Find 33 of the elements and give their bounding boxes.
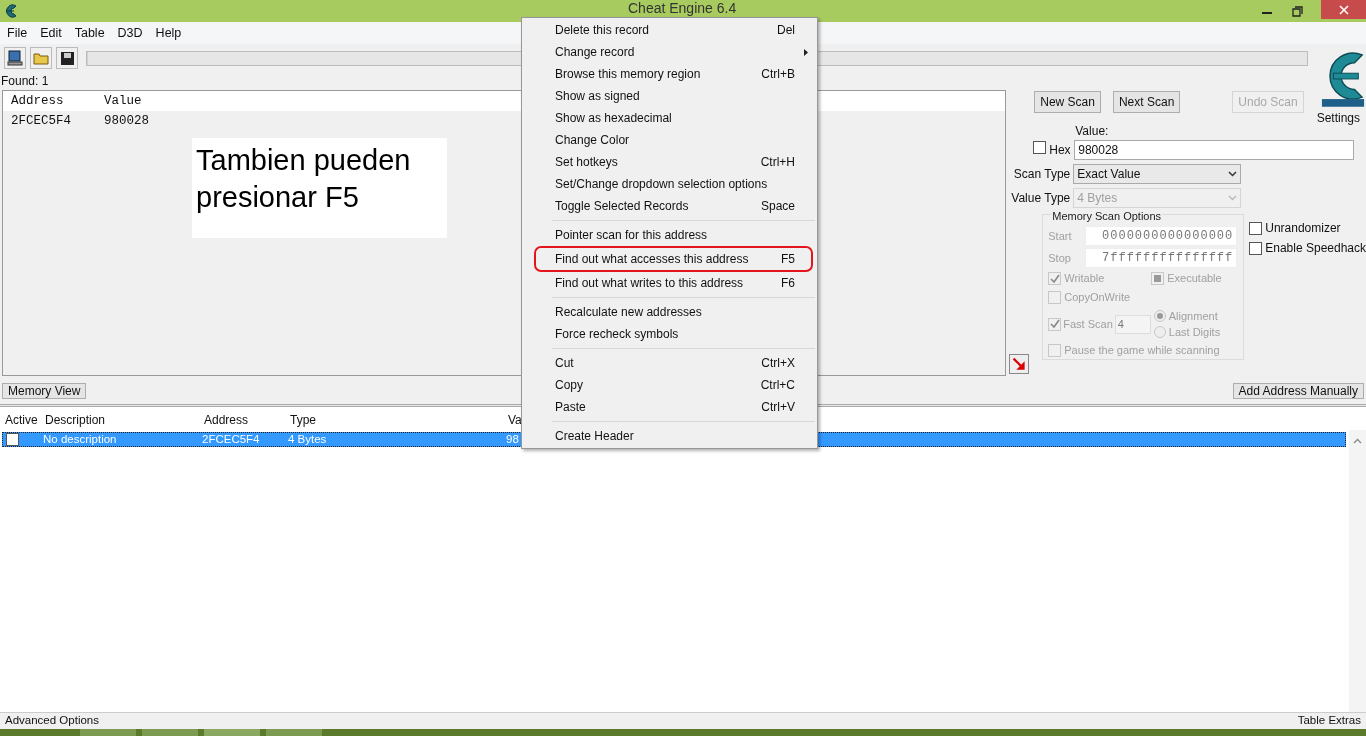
shortcut-label: Ctrl+V [761, 399, 795, 416]
shortcut-label: Del [777, 22, 795, 39]
radio-label: Last Digits [1168, 324, 1221, 340]
shortcut-label: Ctrl+X [761, 355, 795, 372]
field-label: Scan Type [1012, 166, 1072, 183]
checkbox-label: Enable Speedhack [1265, 240, 1366, 257]
value-label: Value: [1075, 126, 1110, 137]
checkbox-label: Executable [1167, 271, 1222, 287]
table-cell-text: 98 [506, 431, 519, 447]
field-label: Value Type [1010, 190, 1072, 207]
checkbox-label: Pause the game while scanning [1064, 342, 1220, 358]
shortcut-label: Ctrl+B [761, 66, 795, 83]
shortcut-label: F6 [781, 275, 795, 292]
radio-label: Alignment [1168, 308, 1218, 324]
field-label: Start [1048, 228, 1073, 244]
shortcut-label: F5 [781, 251, 795, 268]
shortcut-label: Ctrl+H [760, 154, 795, 171]
table-cell-text: 4 Bytes [288, 431, 328, 447]
table-cell-text: 2FCEC5F4 [202, 431, 261, 447]
checkbox-label: Writable [1064, 271, 1106, 287]
table-cell-text: 980028 [104, 112, 150, 130]
found-count: Found: 1 [1, 73, 49, 90]
window-title: Cheat Engine 6.4 [628, 0, 737, 16]
annotation-note: Tambien pueden presionar F5 [192, 138, 447, 238]
checkbox-label: CopyOnWrite [1064, 290, 1131, 306]
field-label: Stop [1048, 250, 1072, 266]
shortcut-label: Space [760, 198, 795, 215]
table-cell-text: 2FCEC5F4 [11, 112, 72, 130]
checkbox-label: Unrandomizer [1265, 220, 1341, 237]
checkbox-label: Hex [1049, 142, 1072, 159]
table-cell-text: No description [43, 431, 118, 447]
shortcut-label: Ctrl+C [760, 377, 795, 394]
checkbox-label: Fast Scan [1063, 316, 1113, 332]
